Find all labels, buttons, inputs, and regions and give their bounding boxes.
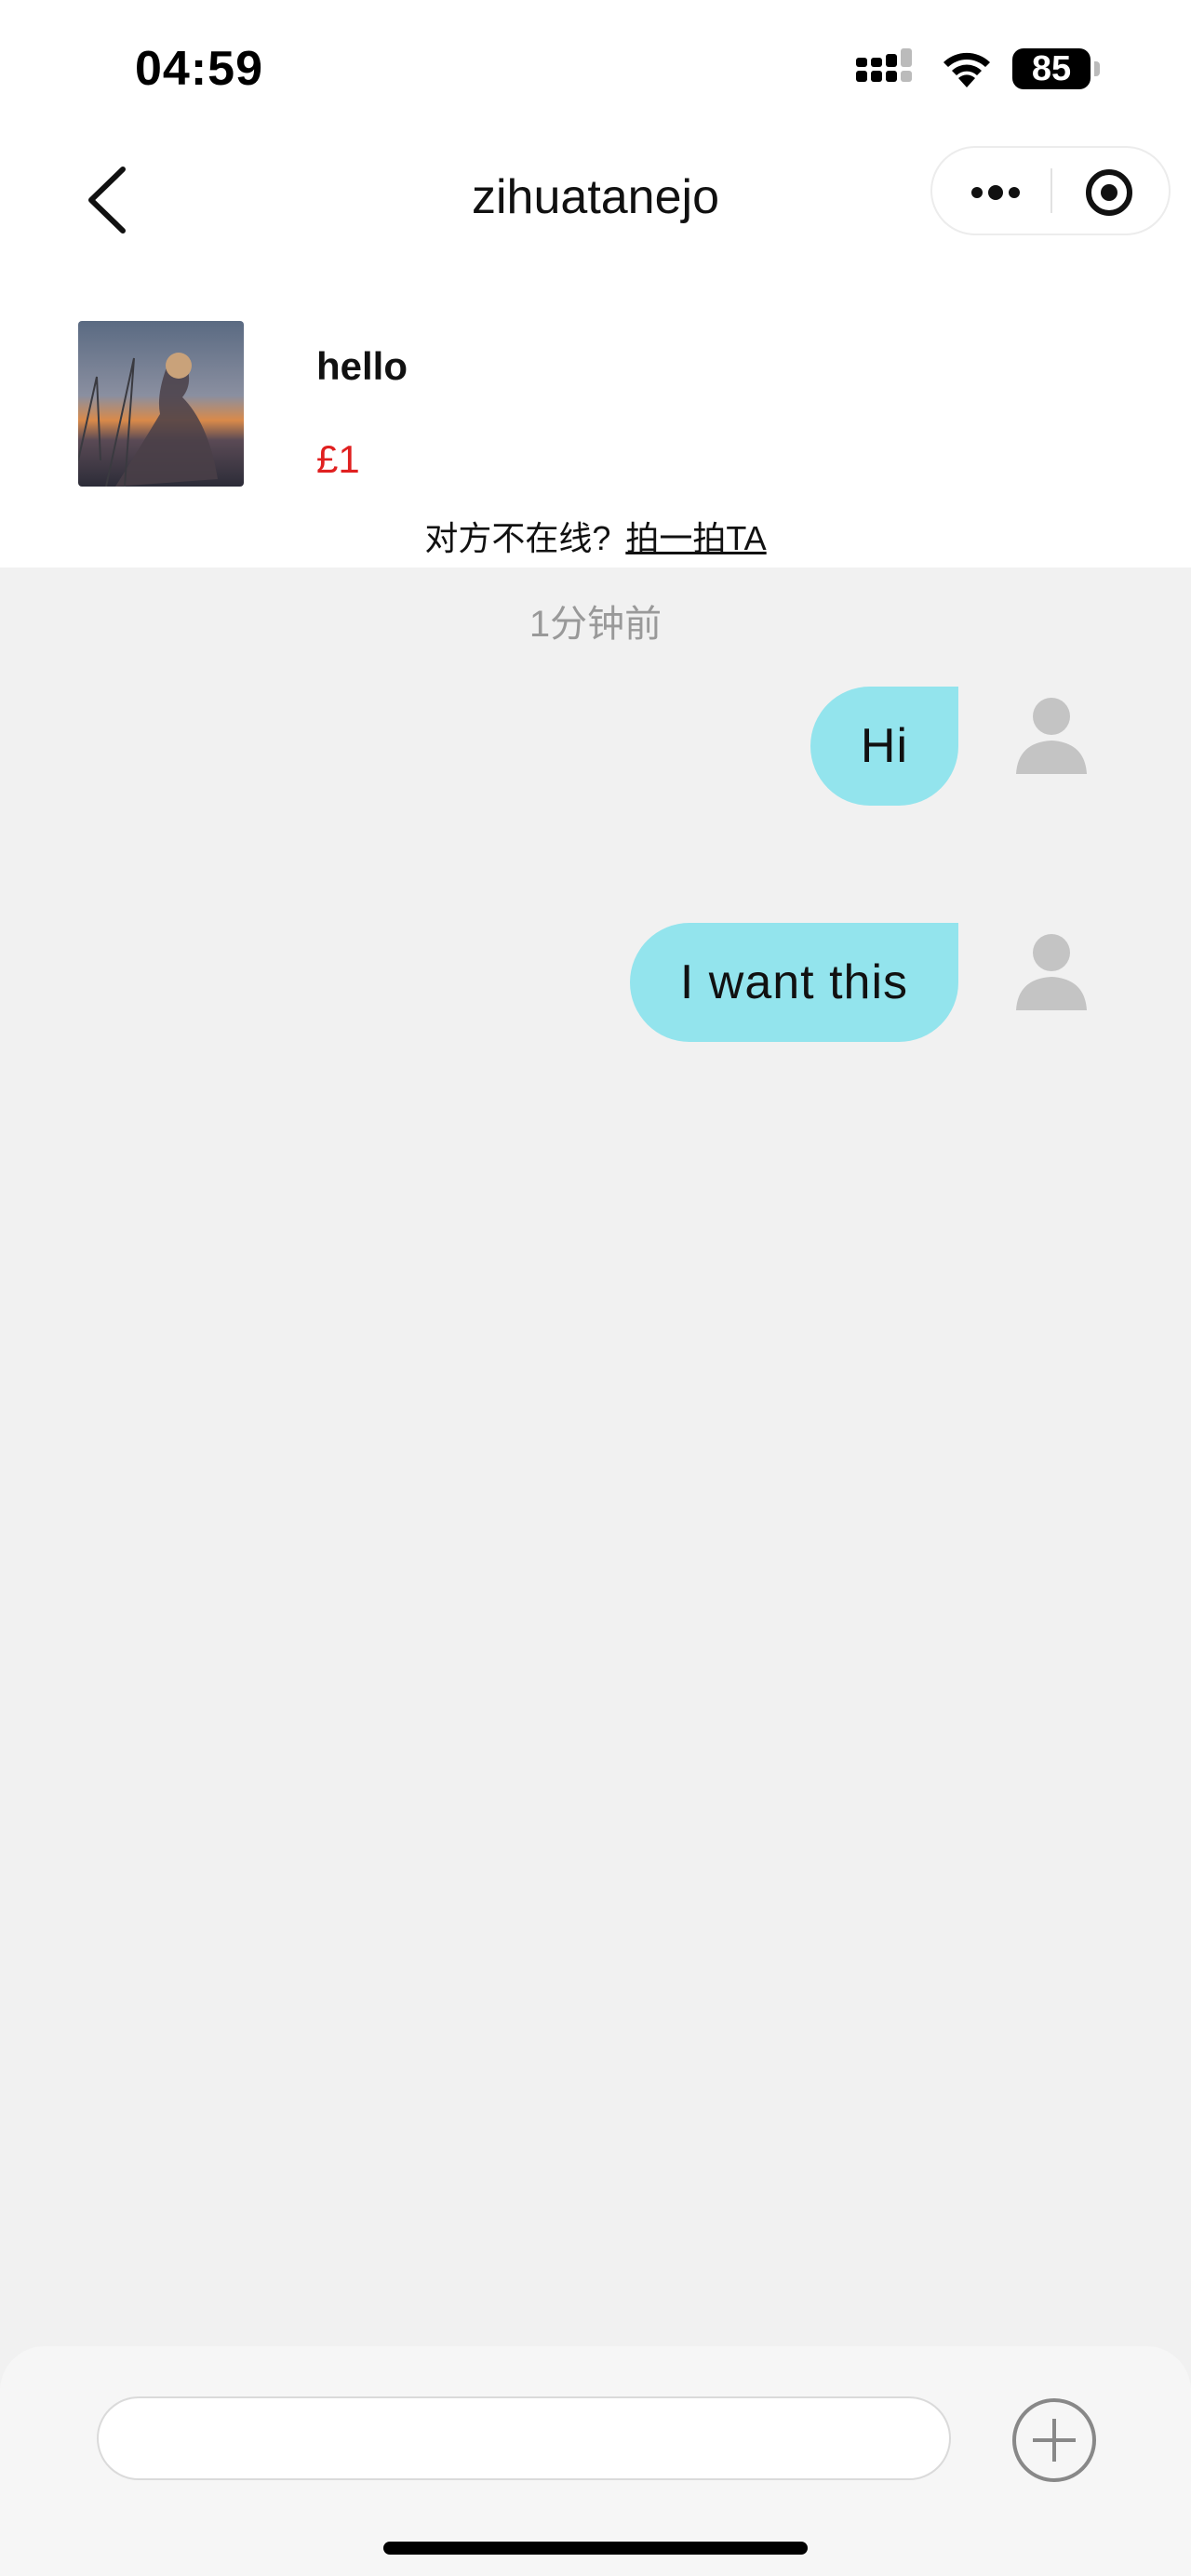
home-indicator (383, 2542, 808, 2555)
battery-nub (1094, 61, 1100, 76)
wifi-icon (943, 52, 990, 87)
user-avatar-icon[interactable] (1005, 923, 1098, 1016)
status-time: 04:59 (135, 42, 263, 96)
product-price: £1 (316, 437, 360, 481)
close-button[interactable] (1063, 157, 1152, 224)
message-input[interactable] (97, 2396, 951, 2480)
back-button[interactable] (74, 158, 149, 242)
mini-program-capsule (930, 146, 1171, 235)
poke-link[interactable]: 拍一拍TA (625, 519, 766, 557)
product-title: hello (316, 344, 408, 388)
message-bubble[interactable]: Hi (810, 687, 958, 806)
input-bar (0, 2346, 1191, 2576)
nav-bar: zihuatanejo (0, 140, 1191, 279)
page-title: zihuatanejo (472, 170, 719, 224)
offline-notice: 对方不在线? 拍一拍TA (0, 512, 1191, 560)
battery-indicator: 85 (1012, 48, 1091, 89)
target-circle-icon (1086, 169, 1132, 216)
more-button[interactable] (951, 157, 1040, 224)
chevron-left-icon (88, 167, 126, 234)
status-bar: 04:59 85 (0, 0, 1191, 140)
capsule-divider (1050, 168, 1052, 213)
product-card[interactable]: hello £1 对方不在线? 拍一拍TA (0, 279, 1191, 567)
add-circle-icon[interactable] (1010, 2396, 1098, 2484)
cellular-signal-icon (856, 48, 912, 82)
more-dots-icon (971, 185, 1020, 200)
chat-page: 04:59 85 zihuatanejo hello £1 对方不在线? 拍一拍… (0, 0, 1191, 2576)
message-bubble[interactable]: I want this (629, 923, 958, 1042)
chat-area[interactable]: 1分钟前 Hi I want this (0, 567, 1191, 2344)
product-image[interactable] (78, 321, 244, 487)
message-row: Hi (0, 687, 1191, 817)
message-row: I want this (0, 923, 1191, 1053)
message-timestamp: 1分钟前 (529, 604, 662, 645)
user-avatar-icon[interactable] (1005, 687, 1098, 780)
offline-notice-text: 对方不在线? (424, 519, 611, 557)
